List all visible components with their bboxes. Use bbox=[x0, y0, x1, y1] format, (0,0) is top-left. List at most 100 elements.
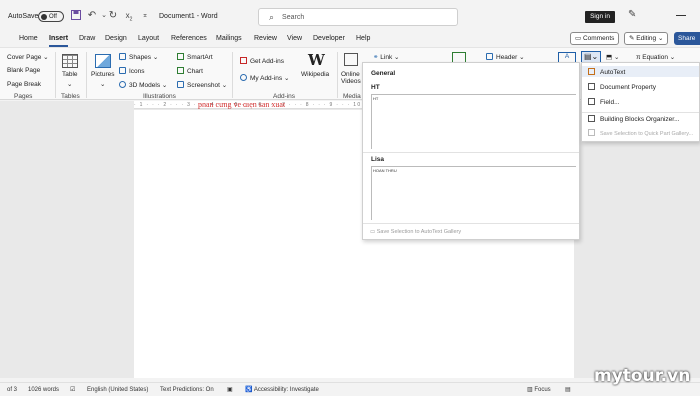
my-add-ins-button[interactable]: My Add-ins ⌄ bbox=[240, 74, 289, 82]
divider bbox=[582, 112, 699, 113]
text-predictions-status[interactable]: Text Predictions: On bbox=[160, 383, 214, 397]
accessibility-icon: ♿ bbox=[245, 387, 254, 393]
link-button[interactable]: ⚭ Link ⌄ bbox=[373, 53, 399, 61]
header-button[interactable]: Header ⌄ bbox=[486, 53, 525, 61]
entry-preview: HT bbox=[373, 96, 379, 101]
media-group-label: Media bbox=[343, 93, 361, 100]
get-add-ins-button[interactable]: Get Add-ins bbox=[240, 57, 284, 65]
table-button[interactable]: Table bbox=[62, 71, 78, 78]
title-bar: AutoSave Off ↶ ⌄ ↻ x2 ⌅ Document1 - Word… bbox=[0, 0, 700, 32]
autotext-entry-lisa[interactable]: HOAN THRU bbox=[371, 166, 576, 220]
page-break-button[interactable]: Page Break bbox=[7, 81, 41, 88]
shapes-button[interactable]: Shapes ⌄ bbox=[119, 53, 158, 61]
save-to-autotext-gallery[interactable]: ▭ Save Selection to AutoText Gallery bbox=[370, 229, 461, 235]
tab-design[interactable]: Design bbox=[105, 32, 127, 46]
icons-button[interactable]: Icons bbox=[119, 67, 145, 75]
tab-review[interactable]: Review bbox=[254, 32, 277, 46]
blank-page-button[interactable]: Blank Page bbox=[7, 67, 40, 74]
menu-item-field[interactable]: Field... bbox=[588, 98, 620, 106]
shapes-icon bbox=[119, 53, 126, 60]
tab-help[interactable]: Help bbox=[356, 32, 370, 46]
tab-draw[interactable]: Draw bbox=[79, 32, 95, 46]
subscript-icon[interactable]: x2 bbox=[123, 10, 135, 23]
macro-icon[interactable]: ▣ bbox=[227, 383, 233, 397]
equation-button[interactable]: π Equation ⌄ bbox=[636, 53, 675, 61]
language-status[interactable]: English (United States) bbox=[87, 383, 148, 397]
menu-item-autotext[interactable]: AutoText bbox=[588, 68, 625, 76]
read-mode-icon[interactable]: ▤ bbox=[565, 383, 571, 397]
pen-icon[interactable]: ✎ bbox=[628, 9, 636, 20]
quick-parts-menu: AutoText Document Property Field... Buil… bbox=[581, 62, 700, 142]
editing-button[interactable]: ✎ Editing ⌄ bbox=[624, 32, 669, 45]
divider bbox=[363, 223, 579, 224]
minimize-icon[interactable] bbox=[676, 15, 686, 16]
chart-button[interactable]: Chart bbox=[177, 67, 203, 75]
video-icon bbox=[344, 53, 358, 66]
entry-name-ht: HT bbox=[371, 84, 380, 91]
gallery-heading: General bbox=[371, 70, 396, 77]
screenshot-button[interactable]: Screenshot ⌄ bbox=[177, 81, 227, 89]
wikipedia-button[interactable]: Wikipedia bbox=[301, 71, 329, 78]
chevron-down-icon[interactable]: ⌄ bbox=[100, 80, 105, 88]
tab-layout[interactable]: Layout bbox=[138, 32, 159, 46]
share-button[interactable]: Share bbox=[674, 32, 700, 45]
menu-tabs: Home Insert Draw Design Layout Reference… bbox=[0, 32, 700, 47]
autosave-toggle[interactable]: Off bbox=[38, 11, 64, 22]
tab-developer[interactable]: Developer bbox=[313, 32, 345, 46]
comments-button[interactable]: ▭ Comments bbox=[570, 32, 620, 45]
page-count[interactable]: of 3 bbox=[7, 383, 17, 397]
smartart-button[interactable]: SmartArt bbox=[177, 53, 213, 61]
online-videos-button[interactable]: Online Videos bbox=[341, 71, 361, 85]
autosave-label: AutoSave bbox=[8, 12, 39, 20]
tab-home[interactable]: Home bbox=[19, 32, 38, 46]
illustrations-group-label: Illustrations bbox=[143, 93, 176, 100]
entry-preview: HOAN THRU bbox=[373, 168, 397, 173]
toggle-knob bbox=[41, 13, 47, 20]
tab-references[interactable]: References bbox=[171, 32, 207, 46]
save-icon[interactable] bbox=[70, 10, 82, 22]
autotext-entry-ht[interactable]: HT bbox=[371, 94, 576, 149]
divider bbox=[232, 52, 233, 98]
watermark: mytour.vn bbox=[594, 366, 691, 386]
tables-group-label: Tables bbox=[61, 93, 80, 100]
redo-icon[interactable]: ↻ bbox=[107, 10, 119, 22]
chevron-down-icon[interactable]: ⌄ bbox=[67, 80, 72, 88]
search-input[interactable]: ⌕ Search bbox=[258, 8, 458, 26]
pages-group-label: Pages bbox=[14, 93, 33, 100]
sign-in-button[interactable]: Sign in bbox=[585, 11, 615, 23]
wikipedia-icon: W bbox=[308, 51, 325, 69]
tab-mailings[interactable]: Mailings bbox=[216, 32, 242, 46]
save-icon bbox=[588, 129, 595, 136]
table-icon bbox=[62, 54, 78, 68]
menu-item-save-quick-part[interactable]: Save Selection to Quick Part Gallery... bbox=[588, 129, 693, 137]
menu-item-document-property[interactable]: Document Property bbox=[588, 83, 656, 91]
menu-item-building-blocks[interactable]: Building Blocks Organizer... bbox=[588, 115, 679, 123]
divider bbox=[363, 152, 579, 153]
customize-toolbar-icon[interactable]: ⌅ bbox=[139, 10, 151, 22]
focus-button[interactable]: ▥ Focus bbox=[527, 383, 551, 397]
accessibility-status[interactable]: ♿ Accessibility: Investigate bbox=[245, 383, 319, 397]
tab-view[interactable]: View bbox=[287, 32, 302, 46]
entry-name-lisa: Lisa bbox=[371, 156, 385, 163]
save-gallery-icon: ▭ bbox=[370, 229, 377, 235]
3d-models-button[interactable]: 3D Models ⌄ bbox=[119, 81, 167, 89]
undo-icon[interactable]: ↶ bbox=[86, 10, 98, 22]
search-placeholder: Search bbox=[282, 13, 305, 21]
document-text[interactable]: phần cứng về điện sản xuất bbox=[198, 103, 285, 111]
pictures-button[interactable]: Pictures bbox=[91, 71, 114, 78]
tab-insert[interactable]: Insert bbox=[49, 32, 69, 47]
wordart-icon[interactable]: ⬒ ⌄ bbox=[606, 53, 619, 61]
addins-group-label: Add-ins bbox=[273, 93, 296, 100]
window-bottom bbox=[0, 396, 700, 405]
header-icon bbox=[486, 53, 493, 60]
quick-parts-icon: ▤⌄ bbox=[584, 52, 599, 61]
store-icon bbox=[240, 57, 247, 64]
autotext-icon bbox=[588, 68, 595, 75]
pictures-icon bbox=[95, 54, 111, 68]
search-icon: ⌕ bbox=[269, 11, 275, 22]
smartart-icon bbox=[177, 53, 184, 60]
cover-page-button[interactable]: Cover Page ⌄ bbox=[7, 53, 49, 61]
word-count[interactable]: 1026 words bbox=[28, 383, 59, 397]
proofing-icon[interactable]: ☑ bbox=[70, 383, 75, 397]
document-title: Document1 - Word bbox=[159, 12, 218, 20]
